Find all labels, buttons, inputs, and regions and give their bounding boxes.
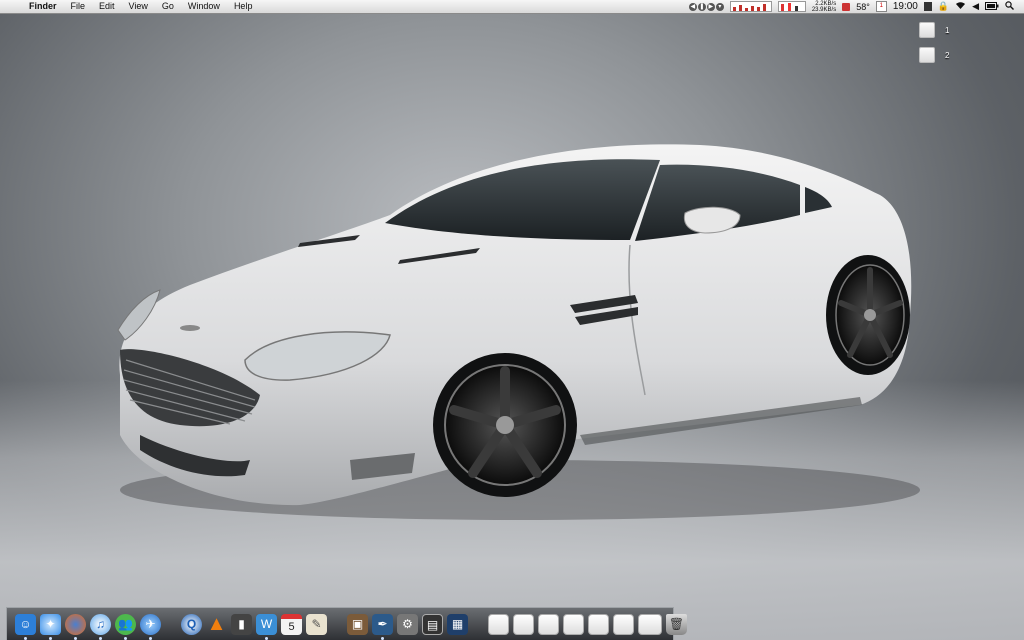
facetime-icon[interactable]: ✈ [140,613,161,640]
next-track-icon[interactable]: ▶ [706,2,715,11]
menu-bar: Finder File Edit View Go Window Help ◀ ❚… [0,0,1024,14]
dock: ☺ ✦ ♫ 👥 ✈ Q ▲ ▮ W 5 ✎ ▣ ✒ ⚙ ▤ ▦ 🗑 [6,607,687,640]
cpu-graph-icon[interactable] [729,1,772,12]
menu-file[interactable]: File [64,0,93,13]
menu-view[interactable]: View [122,0,155,13]
ical-icon[interactable]: 5 [281,613,302,635]
document-icon[interactable] [613,613,634,635]
trash-icon[interactable]: 🗑 [666,613,687,635]
itunes-icon[interactable]: ♫ [90,613,111,640]
menu-help[interactable]: Help [227,0,260,13]
play-pause-icon[interactable]: ❚ [697,2,706,11]
vlc-icon[interactable]: ▲ [206,613,227,635]
status-menus: ◀ ❚ ▶ ▾ 2.2KB/s 23.9KB/s 58° 1 19:00 🔒 ◀ [688,0,1024,13]
wifi-icon[interactable] [955,1,966,12]
menu-edit[interactable]: Edit [92,0,122,13]
volume-icon[interactable]: ◀ [972,1,979,12]
menu-window[interactable]: Window [181,0,227,13]
wordpress-icon[interactable]: W [256,613,277,640]
document-icon[interactable] [563,613,584,635]
spotlight-icon[interactable] [1005,1,1014,12]
finder-icon[interactable]: ☺ [15,613,36,640]
terminal-icon[interactable]: ▦ [447,613,468,635]
net-download-speed: 23.9KB/s [811,6,837,13]
calendar-icon[interactable]: 1 [875,1,887,12]
temperature-value[interactable]: 58° [856,2,870,12]
lock-icon[interactable]: 🔒 [938,1,949,12]
document-icon[interactable] [488,613,509,635]
script-editor-icon[interactable]: ✒ [372,613,393,640]
stack-icon[interactable] [638,613,662,635]
spaces-icon[interactable] [923,2,932,11]
menu-clock[interactable]: 19:00 [893,1,918,12]
menu-go[interactable]: Go [155,0,181,13]
document-icon[interactable] [513,613,534,635]
document-icon [919,47,935,63]
desktop-icon-1[interactable]: 1 [919,22,949,38]
document-icon[interactable] [588,613,609,635]
document-icon[interactable] [538,613,559,635]
desktop-icon-label: 2 [945,50,950,60]
previous-track-icon[interactable]: ◀ [688,2,697,11]
memory-graph-icon[interactable] [777,1,806,12]
net-upload-speed: 2.2KB/s [815,0,837,7]
media-controls: ◀ ❚ ▶ ▾ [688,2,724,11]
system-monitor-icon[interactable]: ▤ [422,613,443,635]
wallpaper-car-image [117,144,920,520]
preview-icon[interactable]: ▣ [347,613,368,635]
textmate-icon[interactable]: ▮ [231,613,252,635]
document-icon [919,22,935,38]
desktop-icon-label: 1 [945,25,950,35]
messenger-icon[interactable]: 👥 [115,613,136,640]
desktop-icon-2[interactable]: 2 [919,47,949,63]
utility-icon[interactable]: ⚙ [397,613,418,635]
textedit-icon[interactable]: ✎ [306,613,327,635]
battery-icon[interactable] [985,1,999,12]
quicktime-icon[interactable]: Q [181,613,202,635]
menu-app-finder[interactable]: Finder [22,0,64,13]
temperature-icon [842,2,851,11]
firefox-icon[interactable] [65,613,86,640]
safari-icon[interactable]: ✦ [40,613,61,640]
chevron-down-icon[interactable]: ▾ [715,2,724,11]
network-monitor[interactable]: 2.2KB/s 23.9KB/s [812,1,836,13]
